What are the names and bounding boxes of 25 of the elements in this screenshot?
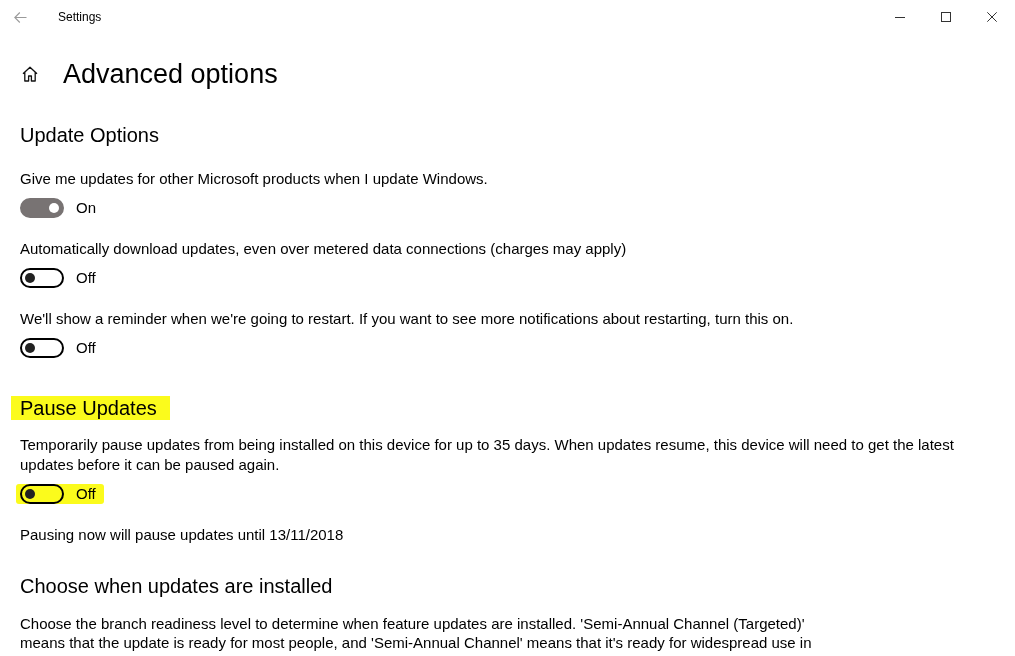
section-heading: Choose when updates are installed — [19, 574, 334, 598]
toggle-state-label: Off — [76, 268, 96, 288]
minimize-icon — [895, 16, 905, 18]
page-title: Advanced options — [63, 58, 278, 91]
setting-description: We'll show a reminder when we're going to restart. If you want to see more notifications about restarting, turn this on. — [20, 309, 795, 329]
setting-description: Temporarily pause updates from being installed on this device for up to 35 days. When updates resume, this device will need to get the latest updates before it can be paused again. — [20, 435, 955, 475]
section-heading: Update Options — [19, 123, 160, 147]
window-title: Settings — [58, 9, 102, 25]
home-icon — [22, 66, 38, 82]
toggle-state-label: Off — [76, 484, 96, 504]
maximize-icon — [941, 12, 951, 22]
info-text: Pausing now will pause updates until 13/11/2018 — [20, 525, 345, 545]
setting-description: Give me updates for other Microsoft products when I update Windows. — [20, 169, 489, 189]
toggle-switch[interactable] — [20, 338, 64, 358]
toggle-state-label: On — [76, 198, 96, 218]
info-text: Choose the branch readiness level to determine when feature updates are installed. 'Semi-Annual Channel (Targeted)' means that the update is ready for most people, and 'Semi-Annual Channel' means that it's ready for widespread use in — [20, 614, 813, 652]
back-arrow-icon — [13, 11, 27, 23]
toggle-switch[interactable] — [20, 484, 64, 504]
toggle-switch[interactable] — [20, 198, 64, 218]
setting-description: Automatically download updates, even over metered data connections (charges may apply) — [20, 239, 628, 259]
close-icon — [987, 12, 997, 22]
toggle-state-label: Off — [76, 338, 96, 358]
home-button[interactable] — [22, 66, 38, 82]
section-heading: Pause Updates — [11, 396, 170, 420]
toggle-switch[interactable] — [20, 268, 64, 288]
